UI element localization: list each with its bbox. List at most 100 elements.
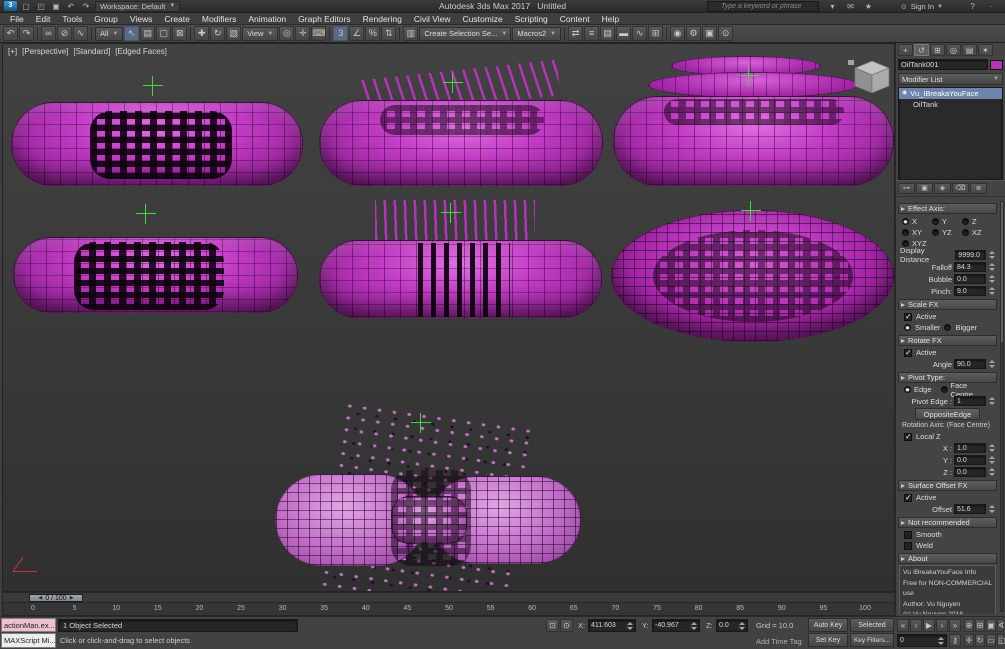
isolate-selection-icon[interactable]: ⊡ <box>546 619 559 632</box>
select-by-name-icon[interactable]: ▤ <box>140 26 156 41</box>
tab-hierarchy-icon[interactable]: ⊞ <box>930 44 945 56</box>
spinner-icon[interactable] <box>988 286 995 296</box>
make-unique-icon[interactable]: ◈ <box>934 183 951 194</box>
scrollbar-thumb[interactable] <box>1001 202 1003 342</box>
pivot-edge-radio[interactable] <box>904 386 911 393</box>
oiltank-object-3[interactable] <box>613 96 894 186</box>
undo-quick-icon[interactable]: ↶ <box>65 1 77 12</box>
select-and-link-icon[interactable]: ∞ <box>41 26 56 41</box>
zoom-icon[interactable]: ⊕ <box>964 619 974 632</box>
spinner-icon[interactable] <box>738 621 745 631</box>
z-coord-field[interactable]: 0.0 <box>716 619 748 632</box>
offset-field[interactable]: 51.6 <box>954 504 986 514</box>
spinner-icon[interactable] <box>988 274 995 284</box>
modifier-visibility-icon[interactable]: ◉ <box>902 88 907 99</box>
window-crossing-icon[interactable]: ⊠ <box>172 26 188 41</box>
about-rollout-header[interactable]: About <box>898 553 997 564</box>
track-bar[interactable]: 0 5 10 15 20 25 30 35 40 45 50 55 60 65 70 75 80 85 90 95 10… <box>2 603 895 616</box>
render-setup-icon[interactable]: ⚙ <box>686 26 702 41</box>
tab-utilities-icon[interactable]: ✶ <box>978 44 993 56</box>
next-frame-icon[interactable]: › <box>936 619 948 632</box>
select-and-manipulate-icon[interactable]: ✛ <box>295 26 311 41</box>
ribbon-toggle-icon[interactable]: ▬ <box>616 26 632 41</box>
menu-rendering[interactable]: Rendering <box>357 13 408 25</box>
scale-active-checkbox[interactable] <box>904 312 912 321</box>
search-input[interactable] <box>707 1 819 12</box>
not-recommended-section[interactable]: Not recommended <box>898 517 997 528</box>
spinner-icon[interactable] <box>988 443 995 453</box>
bubble-field[interactable]: 0.0 <box>954 274 986 284</box>
reference-coordinate-dropdown[interactable]: View ▼ <box>242 26 279 41</box>
render-production-icon[interactable]: ⊙ <box>718 26 734 41</box>
pinch-field[interactable]: 9.0 <box>954 286 986 296</box>
menu-content[interactable]: Content <box>554 13 596 25</box>
named-selection-dropdown[interactable]: Create Selection Se... ▼ <box>419 26 512 41</box>
previous-frame-icon[interactable]: ‹ <box>910 619 922 632</box>
selection-filter-dropdown[interactable]: All ▼ <box>95 26 124 41</box>
set-key-button[interactable]: Set Key <box>808 633 848 647</box>
frame-back-icon[interactable]: ◀ <box>38 595 42 601</box>
curve-editor-icon[interactable]: ∿ <box>632 26 648 41</box>
search-go-icon[interactable]: ▾ <box>826 1 839 12</box>
y-coord-field[interactable]: -40.967 <box>652 619 700 632</box>
tab-modify-icon[interactable]: ↺ <box>914 44 929 56</box>
communication-icon[interactable]: ✉ <box>844 1 857 12</box>
play-animation-icon[interactable]: ▶ <box>923 619 935 632</box>
stack-item-oiltank[interactable]: OilTank <box>899 99 1002 110</box>
menu-edit[interactable]: Edit <box>30 13 57 25</box>
display-distance-field[interactable]: 9999.0 <box>955 250 987 260</box>
scale-bigger-radio[interactable] <box>944 324 952 331</box>
bind-to-spacewarp-icon[interactable]: ∿ <box>73 26 88 41</box>
viewport-menu-renderer[interactable]: [Standard] <box>73 47 110 56</box>
spinner-snap-icon[interactable]: ⇅ <box>381 26 397 41</box>
opposite-edge-button[interactable]: OppositeEdge <box>915 408 980 420</box>
go-to-end-icon[interactable]: » <box>949 619 961 632</box>
local-z-checkbox[interactable] <box>904 432 912 441</box>
axis-option-xy[interactable]: XY <box>902 227 932 237</box>
selection-lock-icon[interactable]: ⊙ <box>560 619 573 632</box>
axis-x-field[interactable]: 1.0 <box>954 443 986 453</box>
selection-region-icon[interactable]: ▢ <box>156 26 172 41</box>
layer-manager-icon[interactable]: ▤ <box>600 26 616 41</box>
orbit-icon[interactable]: ↻ <box>975 634 985 647</box>
save-file-icon[interactable]: ▣ <box>50 1 62 12</box>
schematic-view-icon[interactable]: ⊞ <box>648 26 664 41</box>
axis-radio-z[interactable] <box>962 217 970 225</box>
remove-modifier-icon[interactable]: ⌫ <box>952 183 969 194</box>
smooth-checkbox[interactable] <box>904 530 912 539</box>
mirror-icon[interactable]: ⇄ <box>568 26 584 41</box>
time-slider-handle[interactable]: ◀ 0 / 100 ▶ <box>29 594 83 602</box>
macros-dropdown[interactable]: Macros2 ▼ <box>512 26 562 41</box>
keyboard-override-icon[interactable]: ⌨ <box>311 26 327 41</box>
viewport-menu-shading[interactable]: [Edged Faces] <box>115 47 167 56</box>
frame-forward-icon[interactable]: ▶ <box>70 595 74 601</box>
scale-smaller-radio[interactable] <box>904 324 911 331</box>
menu-group[interactable]: Group <box>88 13 124 25</box>
snap-toggle-3d-icon[interactable]: 3 <box>333 26 349 41</box>
pin-stack-icon[interactable]: ⊶ <box>898 183 915 194</box>
undo-icon[interactable]: ↶ <box>3 26 18 41</box>
viewport-menu-pov[interactable]: [Perspective] <box>22 47 68 56</box>
axis-option-z[interactable]: Z <box>962 216 992 226</box>
configure-modifier-sets-icon[interactable]: ≣ <box>970 183 987 194</box>
menu-scripting[interactable]: Scripting <box>509 13 554 25</box>
menu-customize[interactable]: Customize <box>457 13 509 25</box>
select-and-rotate-icon[interactable]: ↻ <box>210 26 226 41</box>
pivot-type-section[interactable]: Pivot Type: <box>898 372 997 383</box>
select-and-move-icon[interactable]: ✚ <box>194 26 210 41</box>
redo-icon[interactable]: ↷ <box>19 26 34 41</box>
surface-active-checkbox[interactable] <box>904 493 912 502</box>
menu-views[interactable]: Views <box>124 13 159 25</box>
oiltank-object-1[interactable] <box>11 102 303 186</box>
axis-option-yz[interactable]: YZ <box>932 227 962 237</box>
spinner-icon[interactable] <box>988 504 995 514</box>
favorites-icon[interactable]: ★ <box>862 1 875 12</box>
rotate-active-checkbox[interactable] <box>904 348 912 357</box>
object-color-swatch[interactable] <box>990 59 1003 70</box>
surface-offset-section[interactable]: Surface Offset FX <box>898 480 997 491</box>
angle-snap-icon[interactable]: ∠ <box>349 26 365 41</box>
spinner-icon[interactable] <box>937 636 944 646</box>
oiltank-object-5[interactable] <box>319 240 602 318</box>
object-name-field[interactable]: OilTank001 <box>898 59 988 70</box>
menu-file[interactable]: File <box>4 13 30 25</box>
